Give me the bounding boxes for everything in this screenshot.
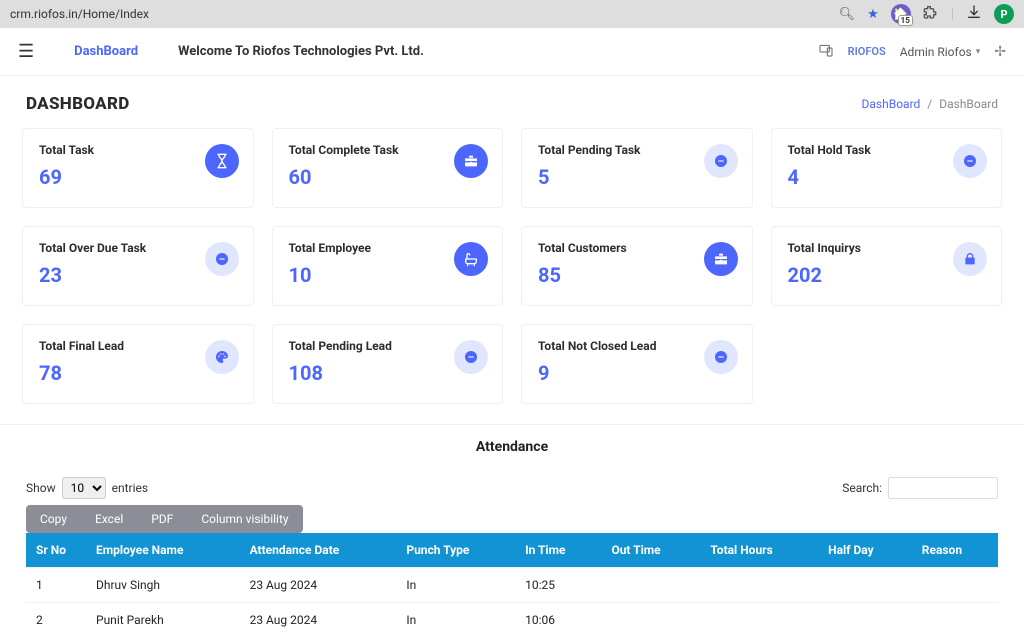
- col-reason[interactable]: Reason: [912, 533, 998, 568]
- briefcase-icon: [704, 242, 738, 276]
- col-in-time[interactable]: In Time: [515, 533, 601, 568]
- extension-badge-icon[interactable]: 15: [891, 4, 911, 24]
- attendance-section: Attendance Show 10 entries Search: Copy …: [0, 424, 1024, 637]
- divider-icon: |: [951, 7, 954, 22]
- col-half-day[interactable]: Half Day: [818, 533, 912, 568]
- cell-hours: [700, 568, 818, 603]
- bookmark-star-icon[interactable]: ★: [867, 7, 879, 22]
- hourglass-icon: [205, 144, 239, 178]
- minus-circle-icon: [205, 242, 239, 276]
- chevron-down-icon: ▾: [976, 47, 981, 57]
- bath-icon: [454, 242, 488, 276]
- card-total-customers: Total Customers 85: [521, 226, 753, 306]
- cell-date: 23 Aug 2024: [240, 603, 397, 637]
- minus-circle-icon: [704, 340, 738, 374]
- cell-date: 23 Aug 2024: [240, 568, 397, 603]
- card-total-overdue-task: Total Over Due Task 23: [22, 226, 254, 306]
- card-total-final-lead: Total Final Lead 78: [22, 324, 254, 404]
- show-label: Show: [26, 481, 56, 495]
- cell-sr: 1: [26, 568, 86, 603]
- url-text: crm.riofos.in/Home/Index: [10, 7, 149, 21]
- col-out-time[interactable]: Out Time: [601, 533, 700, 568]
- excel-button[interactable]: Excel: [81, 505, 137, 533]
- cell-name: Dhruv Singh: [86, 568, 240, 603]
- cell-out: [601, 568, 700, 603]
- page-size-select[interactable]: 10: [62, 477, 106, 499]
- col-srno[interactable]: Sr No: [26, 533, 86, 568]
- hamburger-menu-icon[interactable]: ☰: [18, 41, 34, 62]
- app-top-bar: ☰ DashBoard Welcome To Riofos Technologi…: [0, 28, 1024, 76]
- cell-half: [818, 568, 912, 603]
- copy-button[interactable]: Copy: [26, 505, 81, 533]
- cell-reason: [912, 568, 998, 603]
- col-attendance-date[interactable]: Attendance Date: [240, 533, 397, 568]
- cell-reason: [912, 603, 998, 637]
- user-name-label: Admin Riofos: [900, 45, 972, 59]
- col-total-hours[interactable]: Total Hours: [700, 533, 818, 568]
- devices-icon[interactable]: [818, 42, 834, 61]
- attendance-title: Attendance: [26, 439, 998, 455]
- cell-name: Punit Parekh: [86, 603, 240, 637]
- cell-punch: In: [396, 603, 515, 637]
- table-header-row: Sr No Employee Name Attendance Date Punc…: [26, 533, 998, 568]
- card-total-pending-lead: Total Pending Lead 108: [272, 324, 504, 404]
- card-total-not-closed-lead: Total Not Closed Lead 9: [521, 324, 753, 404]
- card-total-complete-task: Total Complete Task 60: [272, 128, 504, 208]
- minus-circle-icon: [704, 144, 738, 178]
- entries-label: entries: [112, 481, 148, 495]
- browser-address-bar: crm.riofos.in/Home/Index 🔍︎ ★ 15 | P: [0, 0, 1024, 28]
- user-menu[interactable]: Admin Riofos ▾: [900, 45, 981, 59]
- pdf-button[interactable]: PDF: [137, 505, 187, 533]
- minus-circle-icon: [953, 144, 987, 178]
- download-icon[interactable]: [966, 4, 982, 24]
- cell-punch: In: [396, 568, 515, 603]
- stats-grid: Total Task 69 Total Complete Task 60 Tot…: [0, 122, 1024, 410]
- col-punch-type[interactable]: Punch Type: [396, 533, 515, 568]
- card-total-pending-task: Total Pending Task 5: [521, 128, 753, 208]
- cell-in: 10:25: [515, 568, 601, 603]
- card-total-task: Total Task 69: [22, 128, 254, 208]
- zoom-icon[interactable]: 🔍︎: [839, 7, 856, 22]
- cell-half: [818, 603, 912, 637]
- search-label: Search:: [842, 481, 882, 495]
- cell-out: [601, 603, 700, 637]
- brand-logo: RIOFOS: [848, 45, 886, 58]
- empty-cell: [771, 324, 1003, 404]
- briefcase-icon: [454, 144, 488, 178]
- cell-hours: [700, 603, 818, 637]
- breadcrumb-root[interactable]: DashBoard: [862, 97, 921, 111]
- card-total-hold-task: Total Hold Task 4: [771, 128, 1003, 208]
- breadcrumb-current: DashBoard: [939, 97, 998, 111]
- page-title: DASHBOARD: [26, 94, 130, 114]
- cell-in: 10:06: [515, 603, 601, 637]
- cell-sr: 2: [26, 603, 86, 637]
- attendance-table: Sr No Employee Name Attendance Date Punc…: [26, 533, 998, 637]
- breadcrumb-sep: /: [927, 97, 932, 111]
- profile-avatar-icon[interactable]: P: [994, 4, 1014, 24]
- palette-icon: [205, 340, 239, 374]
- column-visibility-button[interactable]: Column visibility: [187, 505, 302, 533]
- apps-grid-icon[interactable]: ✢: [994, 44, 1006, 60]
- welcome-text: Welcome To Riofos Technologies Pvt. Ltd.: [178, 44, 424, 59]
- export-button-row: Copy Excel PDF Column visibility: [26, 505, 998, 533]
- nav-dashboard[interactable]: DashBoard: [74, 44, 138, 59]
- puzzle-extensions-icon[interactable]: [923, 4, 939, 24]
- table-row: 2 Punit Parekh 23 Aug 2024 In 10:06: [26, 603, 998, 637]
- card-total-inquirys: Total Inquirys 202: [771, 226, 1003, 306]
- search-input[interactable]: [888, 477, 998, 499]
- card-total-employee: Total Employee 10: [272, 226, 504, 306]
- minus-circle-icon: [454, 340, 488, 374]
- page-header: DASHBOARD DashBoard / DashBoard: [0, 76, 1024, 122]
- col-employee-name[interactable]: Employee Name: [86, 533, 240, 568]
- lock-icon: [953, 242, 987, 276]
- breadcrumb: DashBoard / DashBoard: [862, 97, 998, 111]
- table-row: 1 Dhruv Singh 23 Aug 2024 In 10:25: [26, 568, 998, 603]
